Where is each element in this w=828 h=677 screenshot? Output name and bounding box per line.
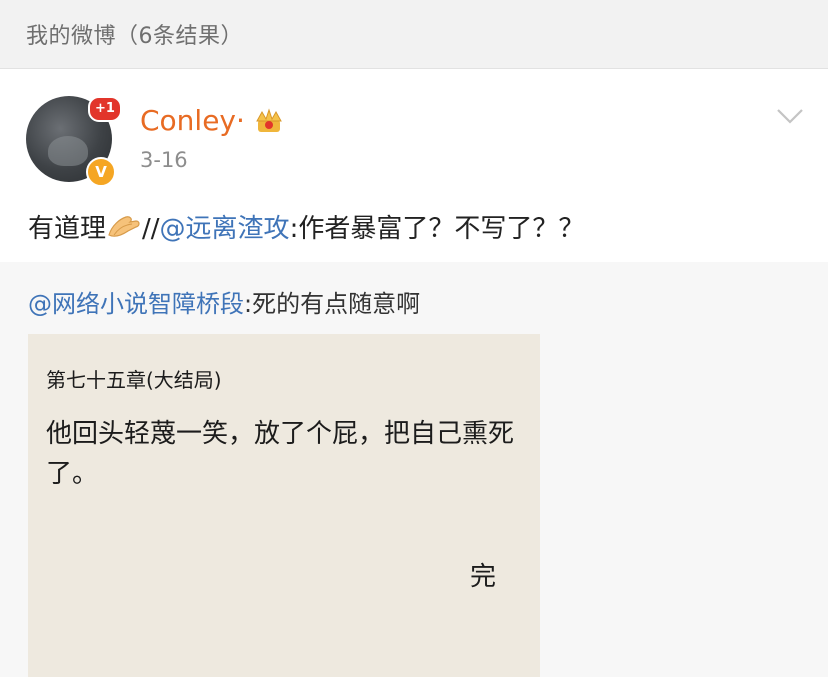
- avatar-photo-shape: [48, 136, 88, 166]
- post-date: 3-16: [140, 148, 188, 172]
- verified-badge: V: [86, 157, 116, 187]
- repost-author-link[interactable]: @网络小说智障桥段: [28, 290, 244, 318]
- result-count-title: 我的微博（6条结果）: [26, 24, 243, 49]
- repost-image[interactable]: 第七十五章(大结局) 他回头轻蔑一笑，放了个屁，把自己熏死了。 完: [28, 334, 540, 677]
- username-link[interactable]: Conley·: [140, 104, 245, 137]
- post-text-after: :作者暴富了？不写了？？: [289, 214, 585, 244]
- notification-badge: +1: [88, 96, 122, 122]
- image-body-text: 他回头轻蔑一笑，放了个屁，把自己熏死了。: [46, 419, 515, 489]
- image-chapter-title: 第七十五章(大结局): [46, 368, 222, 392]
- repost-separator: //: [142, 214, 160, 244]
- post-text-before: 有道理: [28, 214, 107, 244]
- repost-text: @网络小说智障桥段:死的有点随意啊: [28, 284, 420, 319]
- image-end-text: 完: [470, 562, 497, 592]
- crown-icon: [256, 108, 282, 132]
- clap-hands-emoji-icon: [108, 216, 140, 237]
- post-content: 有道理 //@远离渣攻:作者暴富了？不写了？？: [28, 208, 584, 245]
- mention-link[interactable]: @远离渣攻: [160, 214, 290, 244]
- repost-body: :死的有点随意啊: [244, 290, 421, 318]
- chevron-down-icon[interactable]: [776, 106, 804, 126]
- search-result-header: 我的微博（6条结果）: [0, 0, 828, 69]
